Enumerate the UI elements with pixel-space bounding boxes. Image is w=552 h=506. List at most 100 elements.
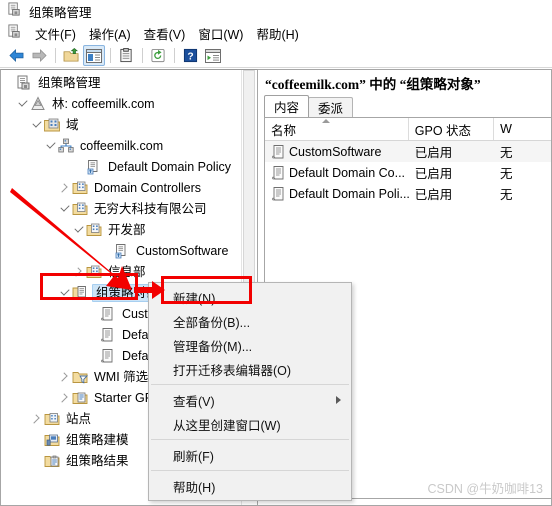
gpo-icon: [271, 144, 285, 159]
context-menu-separator: [151, 439, 349, 440]
chevron-right-icon[interactable]: [57, 177, 72, 198]
chevron-down-icon[interactable]: [57, 198, 72, 219]
context-menu-item-label: 全部备份(B)...: [173, 315, 251, 330]
tree-item-6[interactable]: 无穷大科技有限公司: [1, 198, 257, 219]
show-hide-tree-button[interactable]: [83, 45, 105, 66]
chevron-right-icon[interactable]: [57, 366, 72, 387]
tree-item-label: 组策略管理: [38, 75, 101, 90]
toolbar-separator: [174, 48, 175, 63]
tree-item-1[interactable]: 林: coffeemilk.com: [1, 93, 257, 114]
starter-gpo-icon: [72, 390, 88, 406]
sites-icon: [44, 411, 60, 427]
context-menu-refresh[interactable]: 刷新(F): [149, 443, 351, 467]
watermark-text: CSDN @牛奶咖啡13: [427, 482, 544, 496]
tab-contents[interactable]: 内容: [264, 95, 310, 117]
gpo-row-wmi-label: 无: [500, 167, 513, 181]
gpo-row-status-cell: 已启用: [409, 163, 494, 182]
column-header-name-label: 名称: [271, 123, 297, 138]
tree-item-3[interactable]: coffeemilk.com: [1, 135, 257, 156]
gp-modeling-icon: [44, 432, 60, 448]
chevron-down-icon[interactable]: [57, 282, 72, 303]
context-menu-new-window-from-here[interactable]: 从这里创建窗口(W): [149, 412, 351, 436]
tree-item-label: CustomSoftware: [136, 243, 229, 258]
tab-delegation[interactable]: 委派: [308, 97, 354, 117]
gpo-list-row[interactable]: Default Domain Co... 已启用 无: [265, 162, 551, 183]
gpo-container-icon: [72, 285, 88, 301]
gpo-link-icon: [86, 159, 102, 175]
tree-item-7[interactable]: 开发部: [1, 219, 257, 240]
up-folder-button[interactable]: [60, 45, 82, 66]
gpo-row-wmi-label: 无: [500, 146, 513, 160]
refresh-button[interactable]: [147, 45, 169, 66]
chevron-down-icon[interactable]: [71, 219, 86, 240]
context-menu-backup-all[interactable]: 全部备份(B)...: [149, 309, 351, 333]
gpo-row-name-cell: Default Domain Co...: [265, 165, 409, 180]
gpo-link-icon: [114, 243, 130, 259]
tree-item-label: 林: coffeemilk.com: [52, 96, 155, 111]
properties-button[interactable]: [115, 45, 137, 66]
menu-action[interactable]: 操作(A): [89, 24, 131, 43]
menu-window[interactable]: 窗口(W): [198, 24, 243, 43]
chevron-down-icon[interactable]: [43, 135, 58, 156]
ou-icon: [72, 201, 88, 217]
context-menu-new[interactable]: 新建(N): [149, 285, 351, 309]
context-menu-view[interactable]: 查看(V): [149, 388, 351, 412]
gpo-list-row[interactable]: CustomSoftware 已启用 无: [265, 141, 551, 162]
chevron-right-icon[interactable]: [29, 408, 44, 429]
gpo-list-header: 名称 GPO 状态 W: [265, 118, 551, 141]
tree-item-0[interactable]: 组策略管理: [1, 72, 257, 93]
gpmc-console-icon-small: [7, 24, 22, 42]
sort-ascending-icon: [322, 119, 331, 123]
tree-item-2[interactable]: 域: [1, 114, 257, 135]
gpo-row-wmi-cell: 无: [494, 163, 551, 182]
menu-file[interactable]: 文件(F): [35, 24, 76, 43]
export-list-button[interactable]: [202, 45, 224, 66]
column-header-gpo-status[interactable]: GPO 状态: [409, 118, 495, 140]
context-menu-open-migration-table-editor[interactable]: 打开迁移表编辑器(O): [149, 357, 351, 381]
toolbar-separator: [110, 48, 111, 63]
gpo-icon: [271, 165, 285, 180]
back-button[interactable]: [5, 45, 27, 66]
menu-help[interactable]: 帮助(H): [256, 24, 298, 43]
tree-item-label: coffeemilk.com: [80, 138, 164, 153]
chevron-right-icon[interactable]: [57, 387, 72, 408]
tree-item-4[interactable]: Default Domain Policy: [1, 156, 257, 177]
menu-view[interactable]: 查看(V): [144, 24, 186, 43]
context-menu-help[interactable]: 帮助(H): [149, 474, 351, 498]
tree-item-9[interactable]: 信息部: [1, 261, 257, 282]
gpo-list-row[interactable]: Default Domain Poli... 已启用 无: [265, 183, 551, 204]
context-menu-item-label: 帮助(H): [173, 480, 216, 495]
wmi-filter-icon: [72, 369, 89, 385]
gpo-row-wmi-cell: 无: [494, 142, 551, 161]
tree-item-label: 站点: [66, 411, 92, 426]
toolbar-separator: [142, 48, 143, 63]
tree-item-label: Domain Controllers: [94, 180, 201, 195]
tree-item-label: Default Domain Policy: [108, 159, 231, 174]
chevron-down-icon[interactable]: [29, 114, 44, 135]
tree-item-label: 开发部: [108, 222, 146, 237]
forward-button[interactable]: [28, 45, 50, 66]
gpo-list-body: CustomSoftware 已启用无 Default Domain Co... 已启…: [265, 141, 551, 204]
gpo-icon: [271, 186, 285, 201]
gpo-row-name-label: CustomSoftware: [289, 144, 382, 159]
details-tabstrip: 内容 委派: [258, 95, 551, 117]
domains-icon: [44, 117, 60, 133]
help-button[interactable]: ?: [179, 45, 201, 66]
tree-item-8[interactable]: CustomSoftware: [1, 240, 257, 261]
context-menu[interactable]: 新建(N) 全部备份(B)... 管理备份(M)... 打开迁移表编辑器(O) 查看(V…: [148, 282, 352, 501]
column-header-wmi-filter[interactable]: W: [494, 118, 551, 140]
window-title-bar: 组策略管理: [0, 0, 552, 22]
context-menu-manage-backups[interactable]: 管理备份(M)...: [149, 333, 351, 357]
context-menu-item-label: 查看(V): [173, 394, 215, 409]
tree-item-5[interactable]: Domain Controllers: [1, 177, 257, 198]
chevron-down-icon[interactable]: [15, 93, 30, 114]
column-header-name[interactable]: 名称: [265, 118, 409, 140]
window-title: 组策略管理: [29, 5, 92, 20]
tree-item-label: 无穷大科技有限公司: [94, 201, 207, 216]
chevron-right-icon[interactable]: [71, 261, 86, 282]
